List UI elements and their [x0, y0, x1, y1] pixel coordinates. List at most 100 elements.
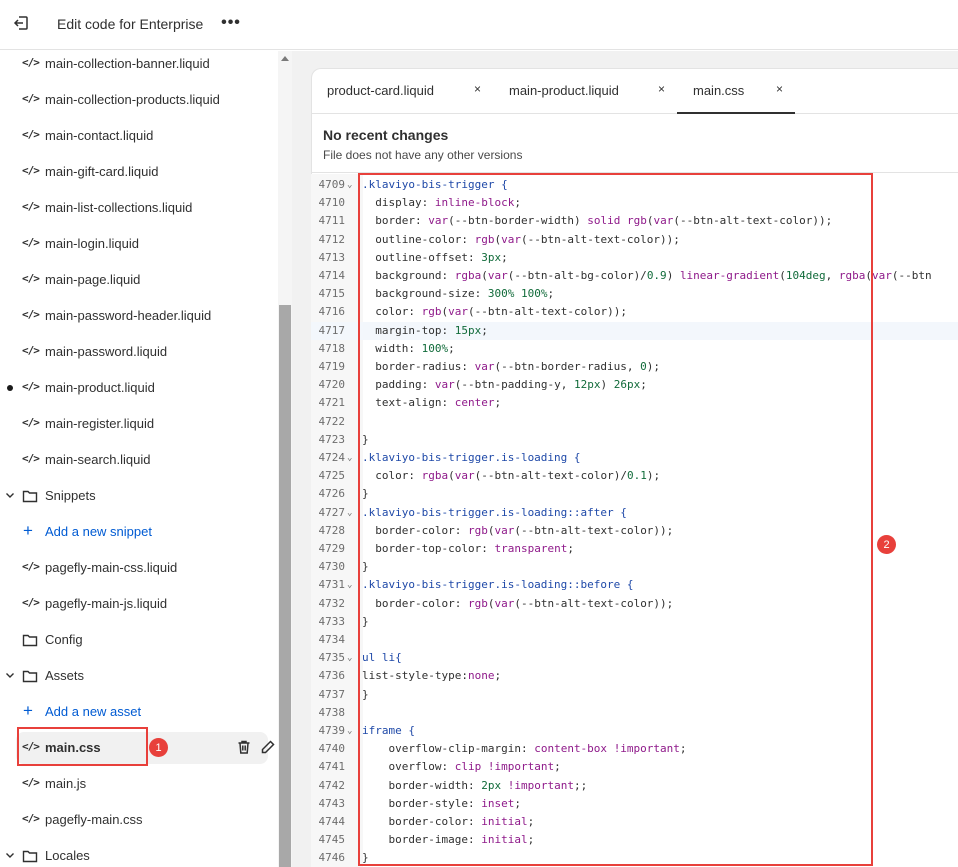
line-number: 4736 [318, 669, 346, 683]
fold-chevron-icon[interactable]: ⌄ [347, 176, 352, 194]
line-number: 4710 [318, 196, 346, 210]
folder-config[interactable]: Config [0, 622, 278, 658]
scroll-up-arrow-icon[interactable] [281, 56, 289, 61]
code-file-icon: </> [22, 452, 40, 465]
line-number: 4724 [318, 451, 346, 464]
code-file-icon: </> [22, 812, 40, 825]
add-label: Add a new snippet [45, 524, 152, 539]
file-label: pagefly-main-css.liquid [45, 560, 178, 575]
line-number: 4741 [318, 760, 346, 774]
file-tabs: product-card.liquid × main-product.liqui… [311, 68, 958, 114]
file-label: main-password.liquid [45, 344, 168, 359]
add-label: Add a new asset [45, 704, 142, 719]
file-item[interactable]: </> main-login.liquid [0, 226, 278, 262]
file-item[interactable]: </> pagefly-main-js.liquid [0, 586, 278, 622]
tab-main-product[interactable]: main-product.liquid × [493, 68, 677, 114]
code-file-icon: </> [22, 236, 40, 249]
code-file-icon: </> [22, 164, 40, 177]
fold-chevron-icon[interactable]: ⌄ [347, 649, 352, 667]
file-item[interactable]: </> main-collection-products.liquid [0, 82, 278, 118]
annotation-badge-1: 1 [149, 738, 168, 757]
line-number: 4712 [318, 232, 346, 246]
file-item[interactable]: </> pagefly-main-css.liquid [0, 550, 278, 586]
line-number: 4723 [318, 432, 346, 446]
chevron-down-icon[interactable] [4, 669, 16, 681]
line-number: 4738 [318, 705, 346, 719]
add-asset-button[interactable]: + Add a new asset [0, 694, 278, 730]
file-item[interactable]: </> main-password.liquid [0, 334, 278, 370]
line-number: 4740 [318, 742, 346, 756]
code-file-icon: </> [22, 380, 40, 393]
tab-label: product-card.liquid [327, 83, 434, 98]
file-label: main-gift-card.liquid [45, 164, 159, 179]
line-number: 4713 [318, 250, 346, 264]
file-item[interactable]: </> main-page.liquid [0, 262, 278, 298]
file-label: pagefly-main-js.liquid [45, 596, 168, 611]
plus-icon: + [23, 701, 33, 720]
file-item[interactable]: </> main-collection-banner.liquid [0, 46, 278, 82]
scrollbar-thumb[interactable] [279, 305, 291, 867]
code-file-icon: </> [22, 596, 40, 609]
folder-locales[interactable]: Locales [0, 838, 278, 867]
folder-snippets[interactable]: Snippets [0, 478, 278, 514]
tab-product-card[interactable]: product-card.liquid × [311, 68, 493, 114]
code-file-icon: </> [22, 128, 40, 141]
code-file-icon: </> [22, 272, 40, 285]
file-item[interactable]: </> main-register.liquid [0, 406, 278, 442]
folder-icon [22, 632, 38, 648]
line-number: 4727 [318, 505, 346, 519]
unsaved-dot-icon [7, 385, 13, 391]
file-item[interactable]: </> main-product.liquid [0, 370, 278, 406]
line-number: 4728 [318, 523, 346, 537]
chevron-down-icon[interactable] [4, 489, 16, 501]
line-number: 4729 [318, 542, 346, 555]
line-number: 4714 [318, 269, 346, 282]
line-number: 4726 [318, 487, 346, 501]
fold-chevron-icon[interactable]: ⌄ [347, 504, 352, 522]
file-item[interactable]: </> main.js [0, 766, 278, 802]
file-item[interactable]: </> main-contact.liquid [0, 118, 278, 154]
code-file-icon: </> [22, 92, 40, 105]
file-tree: </> main-collection-banner.liquid </> main-… [0, 51, 278, 867]
plus-icon: + [23, 521, 33, 540]
add-snippet-button[interactable]: + Add a new snippet [0, 514, 278, 550]
line-number: 4733 [318, 614, 346, 628]
more-actions-button[interactable]: ••• [220, 13, 242, 33]
fold-chevron-icon[interactable]: ⌄ [347, 449, 352, 467]
file-label: main.js [45, 776, 87, 791]
version-subtitle: File does not have any other versions [323, 148, 523, 162]
fold-chevron-icon[interactable]: ⌄ [347, 576, 352, 594]
file-item[interactable]: </> main-password-header.liquid [0, 298, 278, 334]
file-item[interactable]: </> main-search.liquid [0, 442, 278, 478]
tab-label: main.css [693, 83, 745, 98]
file-label: main-register.liquid [45, 416, 155, 431]
version-info: No recent changes File does not have any… [311, 115, 958, 173]
line-number: 4743 [318, 796, 346, 810]
version-title: No recent changes [323, 127, 449, 143]
folder-assets[interactable]: Assets [0, 658, 278, 694]
line-number: 4716 [318, 305, 346, 319]
folder-label: Locales [45, 848, 90, 863]
line-number: 4730 [318, 560, 346, 574]
close-icon[interactable]: × [658, 82, 665, 96]
file-item[interactable]: </> main-list-collections.liquid [0, 190, 278, 226]
file-label: main-collection-banner.liquid [45, 56, 210, 71]
close-icon[interactable]: × [776, 82, 783, 96]
folder-label: Snippets [45, 488, 96, 503]
sidebar-scrollbar[interactable] [278, 51, 292, 867]
file-label: main-list-collections.liquid [45, 200, 193, 215]
close-icon[interactable]: × [474, 82, 481, 96]
chevron-down-icon[interactable] [4, 849, 16, 861]
top-bar: Edit code for Enterprise ••• [0, 0, 958, 50]
line-number: 4746 [318, 851, 346, 865]
file-item[interactable]: </> pagefly-main.css [0, 802, 278, 838]
exit-icon[interactable] [10, 12, 32, 34]
tab-main-css[interactable]: main.css × [677, 68, 795, 114]
pencil-icon[interactable] [260, 739, 276, 757]
fold-chevron-icon[interactable]: ⌄ [347, 722, 352, 740]
trash-icon[interactable] [236, 739, 252, 757]
file-label: main-password-header.liquid [45, 308, 212, 323]
code-file-icon: </> [22, 776, 40, 789]
code-file-icon: </> [22, 416, 40, 429]
file-item[interactable]: </> main-gift-card.liquid [0, 154, 278, 190]
